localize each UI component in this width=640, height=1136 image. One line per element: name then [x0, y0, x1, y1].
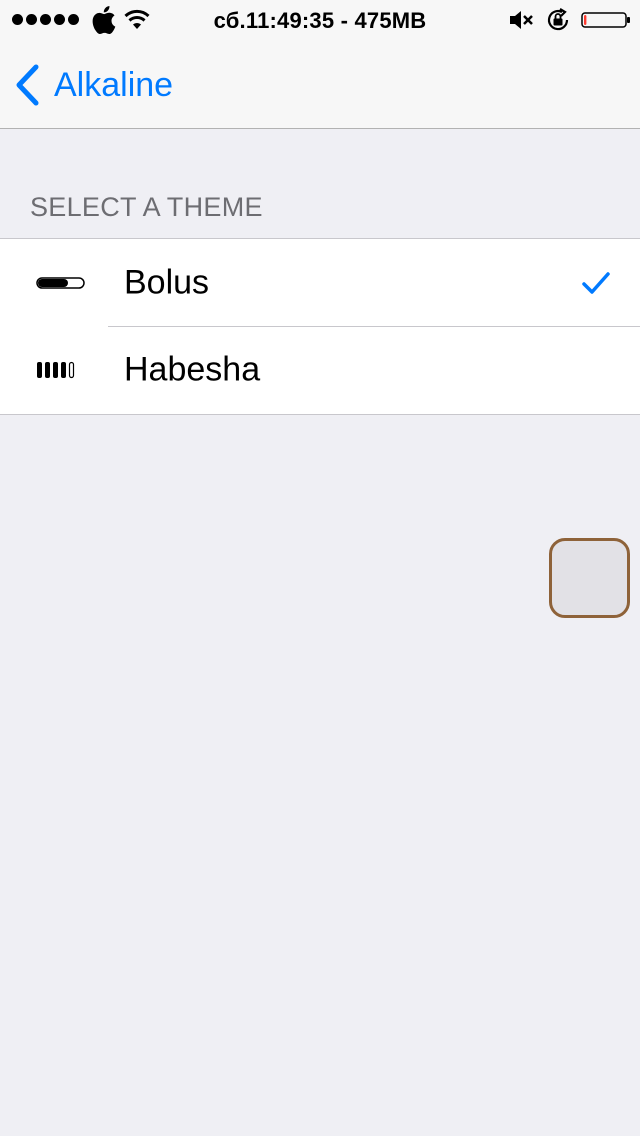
mute-icon [510, 11, 533, 29]
row-separator [108, 326, 640, 327]
status-time-memory: сб.11:49:35 - 475MB [213, 8, 427, 33]
theme-row-habesha[interactable]: Habesha [0, 326, 640, 414]
theme-list: Bolus Habesha [0, 238, 640, 415]
theme-row-bolus[interactable]: Bolus [0, 239, 640, 326]
navigation-bar: Alkaline [0, 40, 640, 129]
assistive-touch-button[interactable] [549, 538, 630, 618]
bolus-battery-icon [36, 276, 85, 289]
status-bar: сб.11:49:35 - 475MB [0, 0, 640, 40]
theme-label: Bolus [124, 263, 210, 301]
back-button[interactable]: Alkaline [14, 62, 173, 108]
battery-icon [581, 12, 630, 28]
section-header: SELECT A THEME [30, 192, 263, 222]
screen: сб.11:49:35 - 475MB Alkaline SELECT A TH… [0, 0, 640, 1136]
chevron-left-icon [16, 64, 39, 106]
theme-label: Habesha [124, 350, 261, 389]
habesha-battery-icon [37, 361, 75, 379]
checkmark-icon [582, 271, 610, 294]
rotation-lock-icon [547, 8, 569, 31]
back-label: Alkaline [54, 65, 174, 104]
